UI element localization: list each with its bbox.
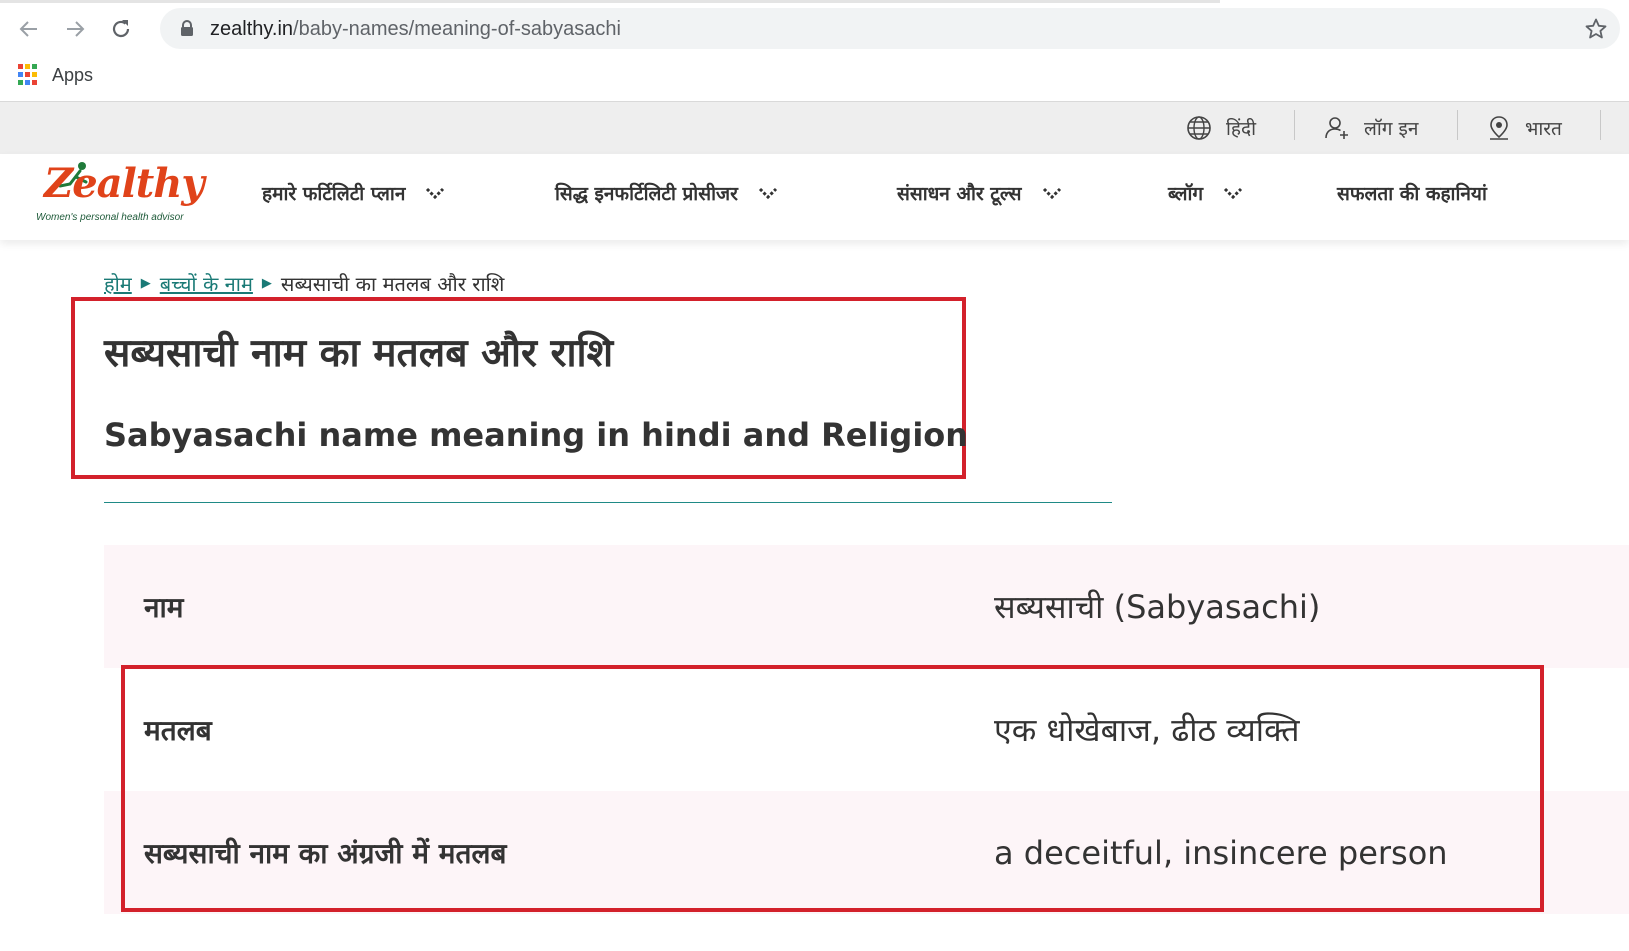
lock-icon [181, 20, 193, 36]
nav-label: संसाधन और टूल्स [897, 183, 1022, 205]
divider [104, 502, 1112, 503]
apps-bookmark[interactable]: Apps [52, 65, 93, 86]
user-add-icon [1325, 117, 1348, 139]
nav-proven-procedures[interactable]: सिद्ध इनफर्टिलिटी प्रोसीजर [555, 154, 778, 232]
divider [1294, 110, 1295, 140]
url-host: zealthy.in [210, 18, 294, 40]
browser-chrome: zealthy.in/baby-names/meaning-of-sabyasa… [0, 0, 1629, 102]
bookmarks-bar: Apps [18, 63, 93, 87]
apps-grid-icon [18, 64, 40, 86]
nav-resources-tools[interactable]: संसाधन और टूल्स [897, 154, 1062, 232]
reload-icon [112, 20, 130, 38]
address-bar[interactable]: zealthy.in/baby-names/meaning-of-sabyasa… [160, 8, 1620, 49]
location-pin-icon [1490, 116, 1508, 140]
arrow-left-icon [19, 21, 37, 37]
main-navigation: Zealthy Women's personal health advisor … [0, 154, 1629, 240]
globe-icon [1187, 116, 1211, 140]
back-button[interactable] [12, 12, 46, 46]
breadcrumb-baby-names[interactable]: बच्चों के नाम [160, 270, 253, 297]
breadcrumb-current: सब्यसाची का मतलब और राशि [280, 272, 505, 296]
breadcrumb-separator-icon: ▶ [140, 276, 151, 291]
nav-label: सिद्ध इनफर्टिलिटी प्रोसीजर [555, 183, 738, 205]
url-path: /baby-names/meaning-of-sabyasachi [293, 18, 621, 40]
breadcrumb-home[interactable]: होम [104, 270, 132, 297]
chevron-down-icon [758, 187, 777, 200]
nav-label: ब्लॉग [1168, 183, 1204, 205]
utility-bar: हिंदी लॉग इन भारत [0, 102, 1629, 154]
chevron-down-icon [1042, 187, 1061, 200]
login-link[interactable]: लॉग इन [1324, 102, 1418, 154]
country-selector[interactable]: भारत [1487, 102, 1562, 154]
nav-success-stories[interactable]: सफलता की कहानियां [1337, 154, 1487, 232]
nav-fertility-plans[interactable]: हमारे फर्टिलिटी प्लान [262, 154, 445, 232]
row-value: सब्यसाची (Sabyasachi) [994, 588, 1321, 626]
logo-wordmark: Zealthy [44, 160, 205, 207]
language-switch[interactable]: हिंदी [1186, 102, 1256, 154]
reload-button[interactable] [104, 12, 138, 46]
bookmark-star-icon[interactable] [1584, 17, 1608, 41]
divider [1600, 110, 1601, 140]
page-title: सब्यसाची नाम का मतलब और राशि [104, 331, 614, 376]
page-subtitle: Sabyasachi name meaning in hindi and Rel… [104, 416, 969, 454]
forward-button[interactable] [58, 12, 92, 46]
nav-label: सफलता की कहानियां [1337, 183, 1487, 205]
country-label: भारत [1525, 118, 1562, 140]
tab-strip [0, 0, 1220, 3]
row-label: नाम [144, 590, 184, 624]
nav-label: हमारे फर्टिलिटी प्लान [262, 183, 406, 205]
nav-blog[interactable]: ब्लॉग [1168, 154, 1243, 232]
breadcrumb: होम ▶ बच्चों के नाम ▶ सब्यसाची का मतलब औ… [104, 270, 504, 297]
language-label: हिंदी [1226, 118, 1257, 140]
login-label: लॉग इन [1364, 118, 1419, 140]
breadcrumb-separator-icon: ▶ [261, 276, 272, 291]
chevron-down-icon [426, 187, 445, 200]
table-row: नाम सब्यसाची (Sabyasachi) [104, 545, 1629, 668]
chevron-down-icon [1224, 187, 1243, 200]
url-text: zealthy.in/baby-names/meaning-of-sabyasa… [210, 18, 621, 41]
divider [1457, 110, 1458, 140]
highlight-box-meaning [121, 665, 1544, 912]
logo-tagline: Women's personal health advisor [36, 212, 184, 223]
site-logo[interactable]: Zealthy Women's personal health advisor [34, 158, 205, 228]
arrow-right-icon [67, 21, 85, 37]
